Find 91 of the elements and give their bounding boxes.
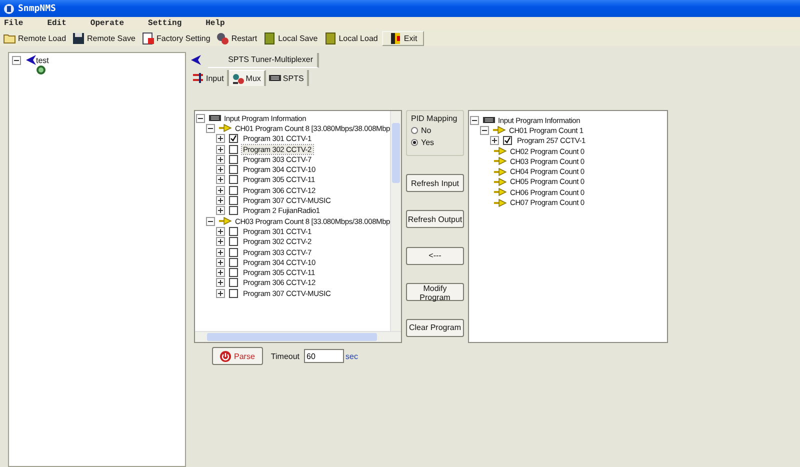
scroll-thumb[interactable]: [392, 123, 400, 183]
expand-icon[interactable]: [490, 136, 499, 146]
checkbox[interactable]: [229, 144, 238, 154]
expand-icon[interactable]: [216, 165, 225, 174]
device-tab[interactable]: SPTS Tuner-Multiplexer: [208, 52, 319, 68]
checkbox[interactable]: [503, 136, 512, 146]
expand-icon[interactable]: [216, 206, 225, 216]
checkbox[interactable]: [229, 226, 238, 236]
tree-item[interactable]: test: [36, 56, 49, 64]
toolbar-button[interactable]: Factory Setting: [140, 30, 214, 46]
radio-option[interactable]: Yes: [411, 138, 459, 147]
checkbox[interactable]: [229, 258, 238, 267]
checkbox[interactable]: [229, 268, 238, 278]
arrow-icon: [494, 168, 507, 176]
arrow-icon: [494, 178, 507, 186]
expand-icon[interactable]: [216, 237, 225, 246]
sliders-icon: [192, 72, 204, 84]
checkbox[interactable]: [229, 175, 238, 184]
toolbar-button[interactable]: Exit: [382, 30, 424, 46]
arrow-icon: [494, 157, 507, 166]
arrow-icon: [494, 147, 507, 156]
tab[interactable]: Mux: [228, 70, 266, 86]
action-button[interactable]: Clear Program: [406, 318, 464, 337]
toolbar-button[interactable]: Remote Save: [70, 30, 140, 46]
card-icon: [483, 116, 495, 124]
menu-item[interactable]: File: [4, 19, 24, 28]
arrow-icon: [494, 198, 507, 207]
expand-icon[interactable]: [216, 248, 225, 256]
menu-item[interactable]: Edit: [47, 19, 66, 28]
checkbox[interactable]: [229, 165, 238, 174]
expand-icon[interactable]: [216, 175, 225, 184]
menu-item[interactable]: Operate: [90, 19, 124, 28]
checkbox[interactable]: [229, 154, 238, 164]
arrow-icon: [494, 188, 507, 196]
expand-icon[interactable]: [216, 226, 225, 236]
checkbox[interactable]: [229, 288, 238, 298]
action-button[interactable]: Refresh Input: [406, 174, 464, 192]
power-icon: [220, 350, 231, 362]
arrow-icon: [493, 126, 506, 134]
expand-icon[interactable]: [216, 134, 225, 144]
collapse-icon[interactable]: [470, 116, 479, 125]
window-title: SnmpNMS: [18, 4, 56, 14]
expand-icon[interactable]: [216, 186, 225, 195]
timeout-field[interactable]: 60: [304, 349, 344, 363]
checkbox[interactable]: [229, 206, 238, 216]
door-icon: [388, 32, 402, 44]
toolbar-button[interactable]: Remote Load: [1, 30, 70, 46]
checkbox[interactable]: [229, 134, 238, 144]
checkbox[interactable]: [229, 237, 238, 246]
menu-item[interactable]: Help: [206, 19, 225, 28]
document-icon: [142, 32, 154, 44]
expand-icon[interactable]: [216, 288, 225, 298]
timeout-label: Timeout: [270, 352, 300, 360]
toolbar-button[interactable]: Local Load: [322, 30, 382, 46]
expand-icon[interactable]: [216, 268, 225, 278]
expand-icon[interactable]: [216, 144, 225, 154]
expand-icon[interactable]: [216, 196, 225, 206]
collapse-icon[interactable]: [206, 216, 215, 226]
scroll-thumb[interactable]: [207, 333, 377, 341]
vertical-scrollbar[interactable]: [390, 111, 401, 331]
parse-button[interactable]: Parse: [212, 347, 263, 365]
checkbox[interactable]: [229, 196, 238, 206]
card-icon: [268, 72, 281, 84]
expand-icon[interactable]: [216, 258, 225, 267]
arrow-icon: [25, 55, 37, 65]
arrow-icon: [219, 217, 232, 226]
app-icon: [3, 2, 15, 14]
collapse-icon[interactable]: [196, 114, 205, 123]
radio-option[interactable]: No: [411, 126, 459, 135]
unit-label: sec: [346, 352, 358, 360]
checkbox[interactable]: [229, 248, 238, 256]
toolbar-button[interactable]: Restart: [214, 30, 262, 46]
checkbox[interactable]: [229, 278, 238, 288]
action-button[interactable]: Modify Program: [406, 282, 464, 301]
arrow-icon: [190, 55, 202, 65]
expand-icon[interactable]: [216, 278, 225, 288]
checkbox[interactable]: [229, 186, 238, 195]
action-button[interactable]: <---: [406, 246, 464, 265]
collapse-icon[interactable]: [206, 124, 215, 133]
status-circle-icon: [36, 65, 46, 75]
card-icon: [209, 114, 221, 122]
action-button[interactable]: Refresh Output: [406, 210, 464, 228]
expand-icon[interactable]: [216, 154, 225, 164]
collapse-icon[interactable]: [12, 56, 21, 64]
collapse-icon[interactable]: [480, 126, 489, 135]
menu-item[interactable]: Setting: [148, 19, 182, 28]
group-title: PID Mapping: [411, 114, 458, 123]
arrow-icon: [219, 124, 232, 132]
toolbar-button[interactable]: Local Save: [261, 30, 322, 46]
horizontal-scrollbar[interactable]: [195, 331, 401, 342]
tab[interactable]: SPTS: [266, 70, 309, 86]
